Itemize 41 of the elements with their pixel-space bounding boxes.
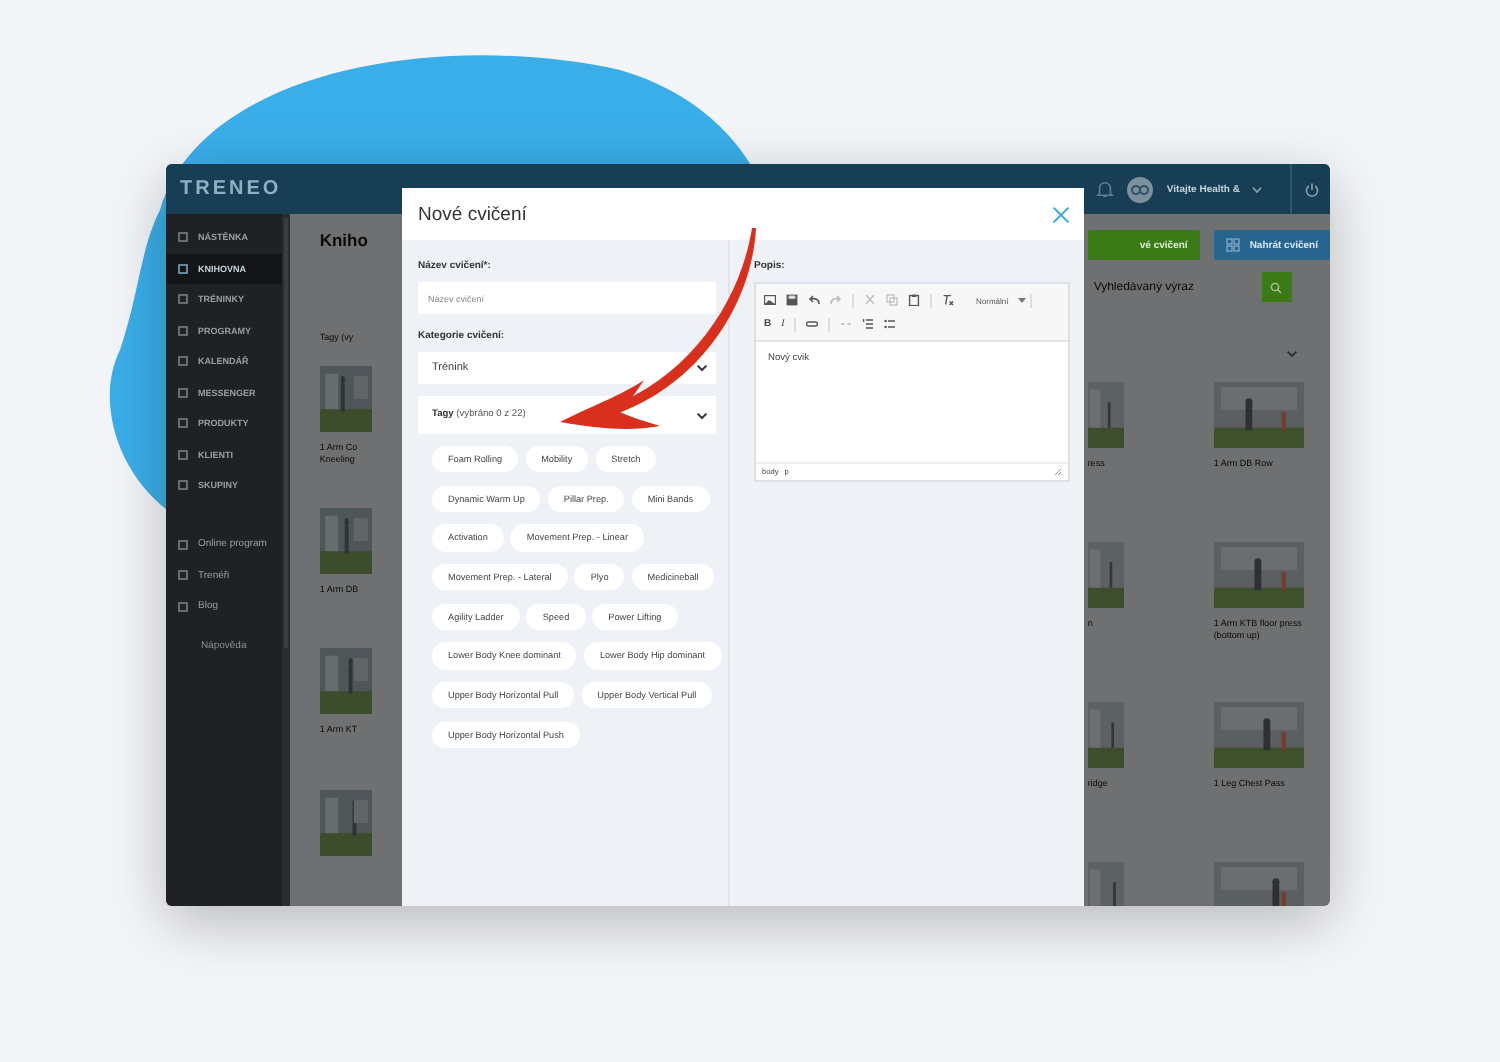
square-icon (178, 418, 188, 429)
scrollbar[interactable] (283, 218, 288, 648)
resize-grip-icon[interactable] (1054, 468, 1062, 476)
square-icon (178, 570, 188, 581)
chevron-icon (1285, 350, 1298, 358)
square-icon (178, 539, 188, 550)
square-icon (178, 232, 188, 243)
unlink-icon[interactable] (840, 318, 853, 330)
cut-icon[interactable] (864, 294, 876, 306)
square-icon (178, 480, 188, 491)
numbered-list-icon[interactable] (862, 318, 875, 330)
square-icon (178, 356, 188, 367)
square-icon (178, 263, 188, 274)
redo-icon[interactable] (830, 294, 842, 306)
bullet-list-icon[interactable] (884, 318, 897, 330)
paste-icon[interactable] (908, 294, 920, 306)
avatar-icon[interactable] (1126, 175, 1155, 203)
search-icon (1270, 281, 1283, 293)
square-icon (178, 449, 188, 460)
dialog-title: Nové cvičení (418, 203, 527, 225)
grid-icon (1225, 238, 1240, 252)
square-icon (178, 294, 188, 305)
close-icon[interactable] (1052, 205, 1070, 223)
square-icon (178, 325, 188, 336)
search-button[interactable] (1261, 272, 1292, 302)
chevron-icon (696, 364, 708, 372)
image-icon[interactable] (764, 294, 776, 306)
caret-icon[interactable] (1252, 185, 1262, 193)
copy-icon[interactable] (886, 294, 898, 306)
square-icon (178, 601, 188, 612)
clear-format-icon[interactable] (942, 294, 954, 306)
caret-icon (1018, 297, 1027, 303)
bell-icon[interactable] (1096, 180, 1115, 198)
square-icon (178, 387, 188, 398)
undo-icon[interactable] (808, 294, 820, 306)
save-icon[interactable] (786, 294, 798, 306)
link-icon[interactable] (806, 318, 819, 330)
chevron-icon (696, 411, 708, 419)
page-title: Kniho (319, 230, 370, 250)
logo: TRENEO (180, 178, 282, 200)
power-icon[interactable] (1304, 181, 1320, 197)
